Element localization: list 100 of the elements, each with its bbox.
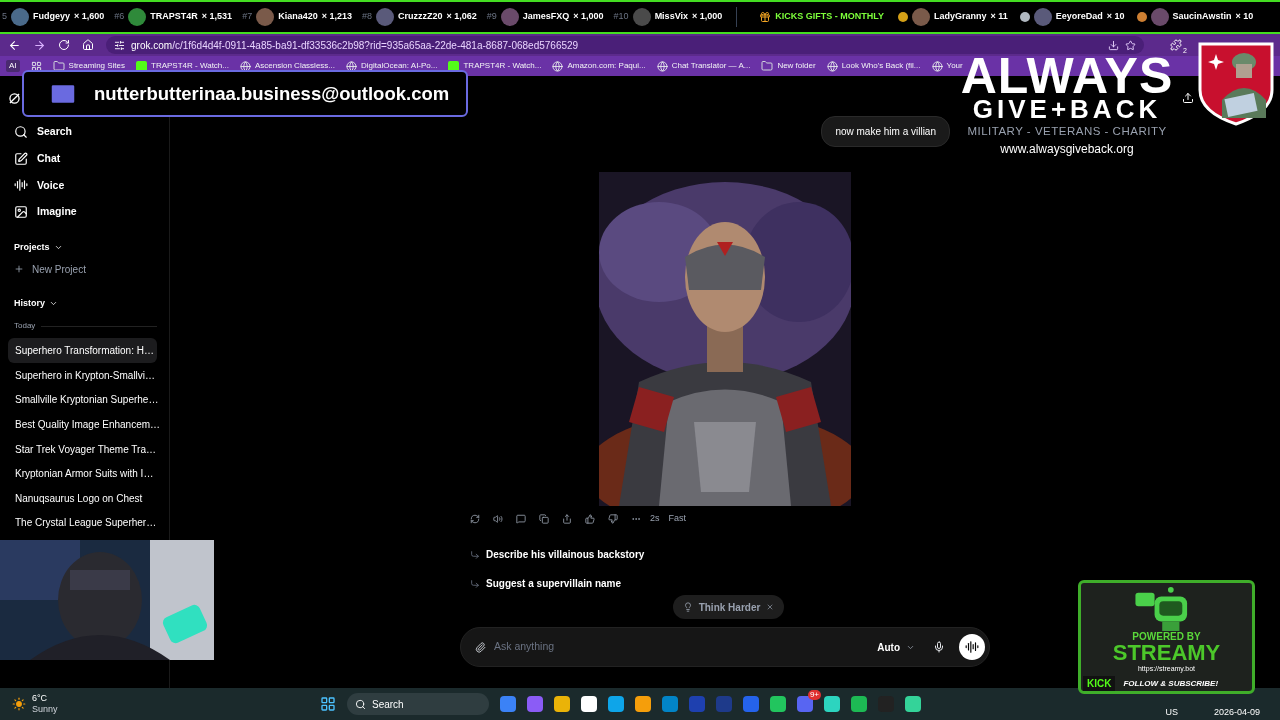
image-icon bbox=[14, 205, 28, 220]
forward-icon[interactable] bbox=[33, 38, 46, 52]
nav-item[interactable]: Imagine bbox=[8, 198, 157, 226]
site-settings-icon bbox=[114, 39, 125, 51]
suggestion[interactable]: Describe his villainous backstory bbox=[460, 540, 990, 569]
address-bar[interactable]: grok.com/c/1f6d4d4f-0911-4a85-ba91-df33536c2b98?rid=935a65aa-22de-481a-8687-068ed5766529 bbox=[106, 36, 1144, 54]
app-icon[interactable] bbox=[527, 696, 543, 712]
start-icon[interactable] bbox=[320, 696, 336, 712]
reload-icon[interactable] bbox=[58, 39, 70, 51]
app-icon[interactable] bbox=[581, 696, 597, 712]
star-icon[interactable] bbox=[1125, 39, 1136, 51]
bookmark[interactable]: Look Who's Back (fil... bbox=[826, 60, 921, 72]
app-icon[interactable] bbox=[635, 696, 651, 712]
gift-count: × 11 bbox=[990, 10, 1008, 24]
viewer-name: Kiana420 bbox=[278, 10, 318, 24]
folder-icon bbox=[52, 60, 65, 72]
avatar-icon bbox=[256, 8, 275, 26]
history-item[interactable]: Smallville Kryptonian Superhe… bbox=[8, 387, 157, 413]
app-icon[interactable] bbox=[851, 696, 867, 712]
history-item[interactable]: Superhero Transformation: H… bbox=[8, 338, 157, 363]
history-item[interactable]: Star Trek Voyager Theme Tra… bbox=[8, 436, 157, 462]
temperature: 6°C bbox=[32, 693, 49, 704]
notification-badge: 9+ bbox=[807, 690, 821, 700]
extension-icon[interactable] bbox=[1170, 39, 1182, 51]
app-icon[interactable] bbox=[824, 696, 840, 712]
avatar-icon bbox=[911, 8, 930, 26]
suggestion[interactable]: Suggest a supervillain name bbox=[460, 569, 990, 598]
app-icon[interactable] bbox=[500, 696, 516, 712]
app-icon[interactable] bbox=[608, 696, 624, 712]
new-project-button[interactable]: New Project bbox=[8, 258, 157, 281]
rank-label: #7 bbox=[242, 10, 253, 24]
bookmark[interactable]: Your bbox=[931, 60, 963, 72]
bookmark[interactable]: DigitalOcean: AI-Po... bbox=[346, 60, 438, 72]
globe-icon bbox=[826, 60, 838, 72]
close-icon[interactable] bbox=[766, 603, 775, 611]
install-icon[interactable] bbox=[1108, 39, 1119, 51]
back-icon[interactable] bbox=[8, 38, 21, 52]
history-item[interactable]: Superhero in Krypton-Smallvi… bbox=[8, 362, 157, 388]
viewer-name: JamesFXQ bbox=[522, 10, 570, 24]
thumbs-down-icon[interactable] bbox=[608, 514, 618, 524]
gift-count: × 1,000 bbox=[692, 10, 723, 24]
comment-icon[interactable] bbox=[516, 514, 526, 524]
projects-header[interactable]: Projects bbox=[8, 236, 157, 259]
app-icon[interactable] bbox=[905, 696, 921, 712]
keyboard-language[interactable]: US bbox=[1165, 706, 1178, 718]
avatar-icon bbox=[1033, 8, 1052, 26]
input-text[interactable]: Ask anything bbox=[494, 639, 870, 655]
logo-tagline: MILITARY - VETERANS - CHARITY bbox=[967, 124, 1167, 139]
history-item[interactable]: Nanuqsaurus Logo on Chest bbox=[8, 485, 157, 511]
home-icon[interactable] bbox=[82, 39, 94, 51]
bookmark[interactable]: Chat Translator — A... bbox=[656, 60, 751, 72]
viewer-name: CruzzzZ20 bbox=[397, 10, 443, 24]
nav-item[interactable]: Chat bbox=[8, 145, 157, 173]
app-icon[interactable] bbox=[554, 696, 570, 712]
globe-icon bbox=[656, 60, 668, 72]
follow-label: FOLLOW & SUBSCRIBE! bbox=[1123, 678, 1219, 689]
speaker-icon[interactable] bbox=[493, 514, 503, 524]
app-icon[interactable] bbox=[770, 696, 786, 712]
viewer-name: SaucinAwstin bbox=[1172, 10, 1232, 24]
think-harder-chip[interactable]: Think Harder bbox=[672, 595, 785, 619]
streamy-title: STREAMY bbox=[1112, 642, 1221, 664]
copy-icon[interactable] bbox=[539, 514, 549, 524]
nav-item[interactable]: Voice bbox=[8, 172, 157, 199]
bookmark[interactable]: Streaming Sites bbox=[52, 60, 126, 72]
app-icon[interactable] bbox=[797, 696, 813, 712]
history-item[interactable]: Kryptonian Armor Suits with I… bbox=[8, 461, 157, 486]
globe-icon bbox=[239, 60, 251, 72]
taskbar-search[interactable]: Search bbox=[347, 693, 489, 715]
regenerate-icon[interactable] bbox=[470, 514, 480, 524]
thumbs-up-icon[interactable] bbox=[585, 514, 595, 524]
lightbulb-icon bbox=[682, 602, 693, 612]
bookmark[interactable]: Amazon.com: Paqui... bbox=[552, 60, 646, 72]
avatar-icon bbox=[128, 8, 147, 26]
logo-icon[interactable] bbox=[8, 92, 21, 105]
history-item[interactable]: The Crystal League Superher… bbox=[8, 510, 157, 536]
voice-mode-button[interactable] bbox=[959, 634, 985, 660]
microphone-icon[interactable] bbox=[933, 641, 945, 653]
viewer-name: MissVix bbox=[654, 10, 688, 24]
elapsed-time: 2s bbox=[650, 512, 660, 526]
bookmark[interactable]: New folder bbox=[761, 60, 816, 72]
bookmark[interactable]: Ascension Classless... bbox=[239, 60, 335, 72]
gift-count: × 1,531 bbox=[201, 10, 233, 24]
history-header[interactable]: History bbox=[8, 292, 157, 315]
history-item[interactable]: Best Quality Image Enhancem… bbox=[8, 412, 157, 437]
rank-label: #9 bbox=[486, 10, 497, 24]
powered-by-label: POWERED BY bbox=[1132, 631, 1201, 642]
globe-icon bbox=[931, 60, 943, 72]
nav-item[interactable]: Search bbox=[8, 119, 157, 146]
app-icon[interactable] bbox=[662, 696, 678, 712]
ai-button[interactable]: AI bbox=[6, 60, 20, 72]
search-icon bbox=[355, 698, 366, 710]
waveform-icon bbox=[14, 178, 28, 193]
mode-label: Fast bbox=[668, 512, 687, 526]
attach-icon[interactable] bbox=[475, 641, 486, 653]
sun-icon bbox=[12, 697, 26, 711]
date[interactable]: 2026-04-09 bbox=[1213, 706, 1260, 718]
share-icon[interactable] bbox=[1182, 92, 1194, 104]
message-input[interactable]: Ask anything Auto bbox=[460, 627, 990, 667]
model-selector[interactable]: Auto bbox=[877, 639, 915, 655]
app-icon[interactable] bbox=[743, 696, 759, 712]
